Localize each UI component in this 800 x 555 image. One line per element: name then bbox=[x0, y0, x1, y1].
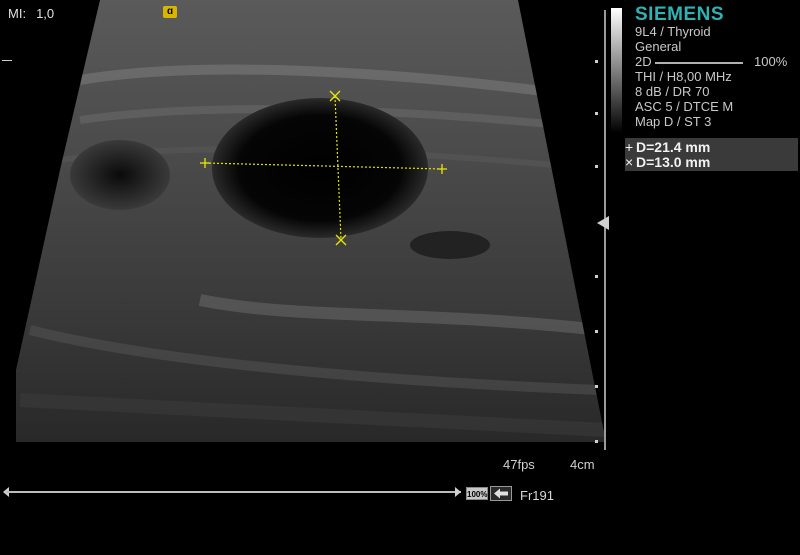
back-arrow-button[interactable] bbox=[490, 486, 512, 501]
measurement-distance-1: + D=21.4 mm bbox=[625, 140, 710, 155]
plus-caliper-icon: + bbox=[625, 139, 634, 155]
depth-value: 4cm bbox=[570, 457, 595, 472]
measurement-distance-2: × D=13.0 mm bbox=[625, 155, 710, 170]
x-caliper-icon: × bbox=[625, 154, 634, 170]
cine-scroll-right-icon[interactable] bbox=[455, 487, 461, 497]
param-line: 8 dB / DR 70 bbox=[635, 84, 710, 99]
preset-group: General bbox=[635, 39, 682, 54]
measurement-value: D=13.0 mm bbox=[636, 154, 711, 170]
mode-label: 2D bbox=[635, 54, 652, 69]
measurement-value: D=21.4 mm bbox=[636, 139, 711, 155]
power-level-line bbox=[655, 62, 743, 64]
depth-tick bbox=[595, 165, 598, 168]
zoom-badge: 100% bbox=[466, 487, 488, 500]
param-line: Map D / ST 3 bbox=[635, 114, 712, 129]
mechanical-index: MI: 1,0 bbox=[8, 6, 54, 21]
param-line: THI / H8,00 MHz bbox=[635, 69, 732, 84]
ultrasound-screen: MI: 1,0 ɑ SIEMENS 9L4 / Thyroid General 2… bbox=[0, 0, 800, 555]
arrow-left-icon bbox=[494, 488, 508, 499]
depth-tick bbox=[595, 60, 598, 63]
ultrasound-image bbox=[16, 0, 606, 442]
depth-tick bbox=[595, 275, 598, 278]
grayscale-map-bar bbox=[611, 8, 622, 133]
left-edge-tick bbox=[2, 60, 12, 61]
frame-rate: 47fps bbox=[503, 457, 535, 472]
depth-scale bbox=[604, 10, 606, 450]
brand-logo: SIEMENS bbox=[635, 4, 725, 25]
depth-tick bbox=[595, 330, 598, 333]
orientation-marker-icon: ɑ bbox=[163, 6, 177, 18]
tissue-layers bbox=[16, 0, 606, 442]
param-line: ASC 5 / DTCE M bbox=[635, 99, 734, 114]
cine-scrollbar[interactable] bbox=[6, 491, 461, 493]
frame-number: Fr191 bbox=[520, 488, 554, 503]
mi-value: 1,0 bbox=[36, 6, 55, 21]
probe-preset: 9L4 / Thyroid bbox=[635, 24, 711, 39]
power-value: 100% bbox=[754, 54, 788, 69]
mi-label: MI: bbox=[8, 6, 27, 21]
depth-tick bbox=[595, 385, 598, 388]
depth-tick bbox=[595, 112, 598, 115]
depth-tick bbox=[595, 440, 598, 443]
focus-position-icon[interactable] bbox=[597, 216, 609, 230]
